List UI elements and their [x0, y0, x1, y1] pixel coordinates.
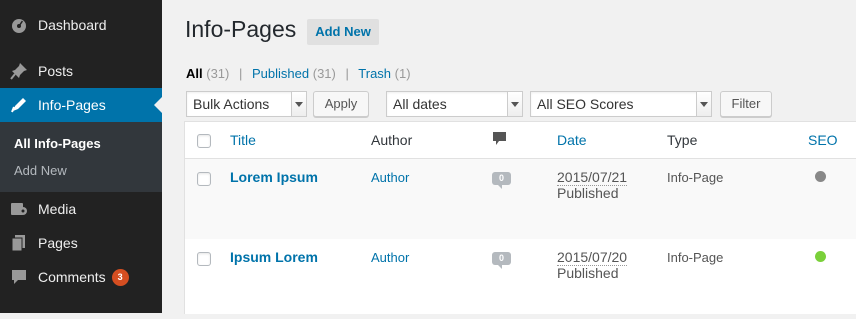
- pages-icon: [9, 233, 29, 253]
- column-title[interactable]: Title: [230, 132, 256, 148]
- chevron-down-icon: [291, 92, 306, 116]
- sidebar-item-info-pages[interactable]: Info-Pages: [0, 88, 162, 122]
- comment-count-bubble[interactable]: 0: [492, 172, 511, 189]
- post-title-link[interactable]: Lorem Ipsum: [230, 169, 318, 185]
- dashboard-icon: [9, 15, 29, 35]
- table-row: Lorem Ipsum Author 0 2015/07/21 Publishe…: [185, 159, 856, 239]
- add-new-button[interactable]: Add New: [307, 19, 379, 45]
- column-type: Type: [667, 132, 698, 148]
- media-icon: [9, 199, 29, 219]
- status-value: Published: [557, 185, 619, 201]
- admin-sidebar: Dashboard Posts Info-Pages All Info-Page…: [0, 0, 162, 313]
- type-value: Info-Page: [667, 170, 724, 185]
- comment-icon[interactable]: [493, 132, 506, 149]
- date-cell: 2015/07/20 Published: [557, 249, 628, 281]
- pen-icon: [9, 95, 29, 115]
- comment-icon: [9, 267, 29, 287]
- sidebar-item-label: Posts: [38, 63, 74, 79]
- sidebar-item-label: Dashboard: [38, 17, 107, 33]
- separator: |: [345, 66, 349, 81]
- filter-published-count: (31): [312, 66, 336, 81]
- table-header: Title Author Date Type SEO: [185, 122, 856, 159]
- chevron-down-icon: [507, 92, 522, 116]
- sidebar-item-label: Pages: [38, 235, 78, 251]
- author-link[interactable]: Author: [371, 170, 409, 185]
- filter-all-count: (31): [206, 66, 230, 81]
- sidebar-item-pages[interactable]: Pages: [0, 226, 162, 260]
- column-author: Author: [371, 132, 413, 148]
- filter-trash-link[interactable]: Trash: [358, 66, 391, 81]
- posts-table: Title Author Date Type SEO Lorem Ipsum A…: [184, 121, 856, 314]
- date-value: 2015/07/20: [557, 249, 628, 266]
- author-link[interactable]: Author: [371, 250, 409, 265]
- chevron-down-icon: [696, 92, 711, 116]
- submenu-item-add-new[interactable]: Add New: [14, 163, 67, 178]
- status-value: Published: [557, 265, 619, 281]
- sidebar-item-label: Comments: [38, 269, 106, 285]
- comment-count-bubble[interactable]: 0: [492, 252, 511, 269]
- sidebar-submenu: All Info-Pages Add New: [0, 122, 162, 192]
- post-title-link[interactable]: Ipsum Lorem: [230, 249, 318, 265]
- sidebar-item-dashboard[interactable]: Dashboard: [0, 8, 162, 42]
- filter-button[interactable]: Filter: [720, 91, 772, 117]
- sidebar-item-label: Info-Pages: [38, 97, 106, 113]
- date-value: 2015/07/21: [557, 169, 628, 186]
- comments-count-badge: 3: [111, 268, 129, 286]
- filter-trash-count: (1): [394, 66, 411, 81]
- sidebar-item-comments[interactable]: Comments 3: [0, 260, 162, 294]
- row-checkbox[interactable]: [197, 172, 211, 186]
- separator: |: [239, 66, 243, 81]
- column-date[interactable]: Date: [557, 132, 587, 148]
- sidebar-item-label: Media: [38, 201, 77, 217]
- table-row: Ipsum Lorem Author 0 2015/07/20 Publishe…: [185, 239, 856, 319]
- bulk-actions-select[interactable]: Bulk Actions: [186, 91, 307, 117]
- seo-score-indicator: [815, 171, 826, 182]
- sidebar-item-posts[interactable]: Posts: [0, 54, 162, 88]
- row-checkbox[interactable]: [197, 252, 211, 266]
- page-title: Info-Pages: [185, 16, 297, 42]
- dates-value: All dates: [393, 96, 447, 112]
- submenu-item-all-info-pages[interactable]: All Info-Pages: [14, 136, 101, 151]
- apply-button[interactable]: Apply: [313, 91, 369, 117]
- seo-scores-value: All SEO Scores: [537, 96, 634, 112]
- status-filter-links: All (31) | Published (31) | Trash (1): [186, 66, 411, 81]
- sidebar-item-media[interactable]: Media: [0, 192, 162, 226]
- column-seo[interactable]: SEO: [808, 132, 838, 148]
- date-cell: 2015/07/21 Published: [557, 169, 628, 201]
- dates-select[interactable]: All dates: [386, 91, 523, 117]
- seo-score-indicator: [815, 251, 826, 262]
- type-value: Info-Page: [667, 250, 724, 265]
- pin-icon: [9, 61, 29, 81]
- filter-published-link[interactable]: Published: [252, 66, 309, 81]
- select-all-checkbox[interactable]: [197, 134, 211, 148]
- seo-scores-select[interactable]: All SEO Scores: [530, 91, 712, 117]
- bulk-actions-value: Bulk Actions: [193, 96, 270, 112]
- filter-all-link[interactable]: All: [186, 66, 203, 81]
